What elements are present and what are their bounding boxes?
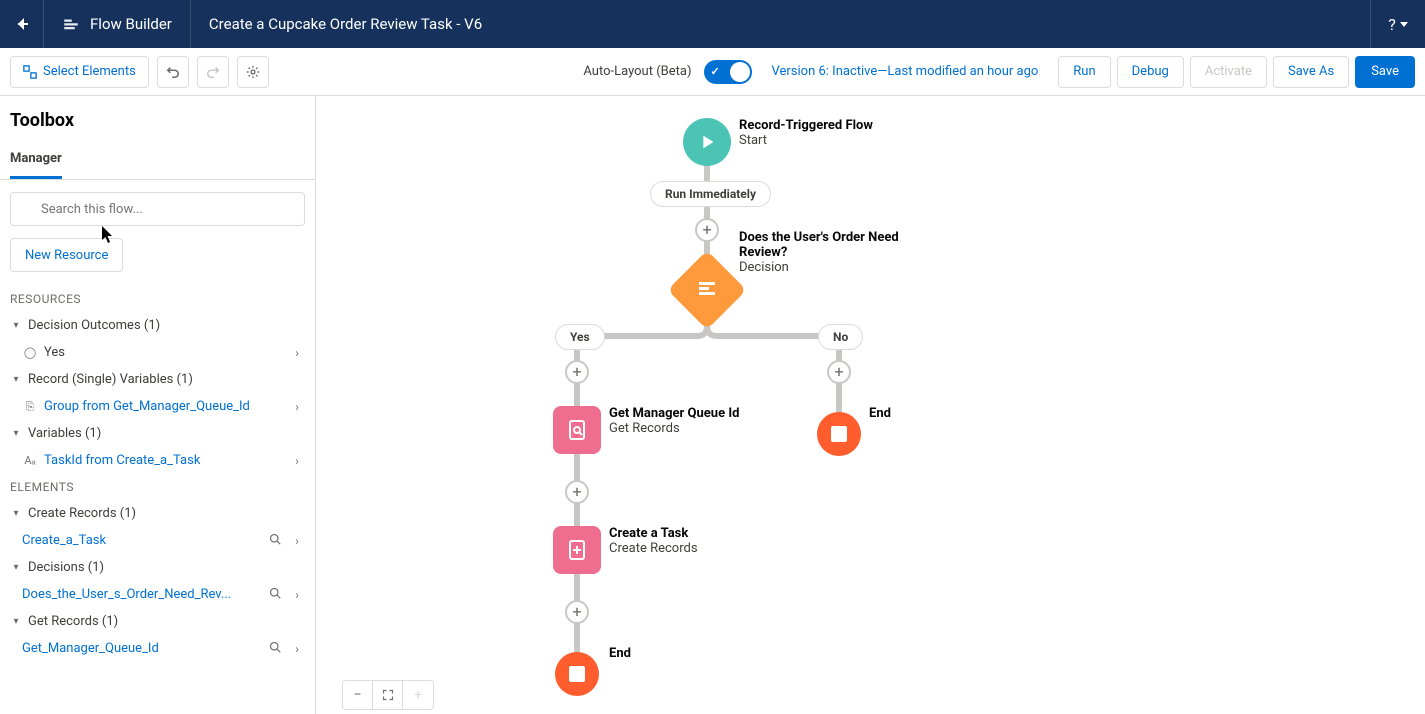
undo-button[interactable] <box>157 56 189 88</box>
decision-icon <box>695 276 719 304</box>
redo-button[interactable] <box>197 56 229 88</box>
item-taskid-from-create[interactable]: Aₐ TaskId from Create_a_Task › <box>0 447 315 474</box>
back-button[interactable] <box>0 0 44 48</box>
item-does-user-order[interactable]: Does_the_User_s_Order_Need_Rev... › <box>0 581 315 608</box>
fit-icon <box>382 689 394 701</box>
add-element-button[interactable]: + <box>695 218 719 242</box>
save-button[interactable]: Save <box>1355 56 1415 88</box>
end-node[interactable] <box>555 652 599 696</box>
chevron-down-icon: ▾ <box>10 320 22 331</box>
caret-down-icon <box>1400 20 1408 28</box>
chevron-right-icon: › <box>289 454 305 468</box>
group-get-records[interactable]: ▾ Get Records (1) <box>0 608 315 635</box>
item-get-manager-queue[interactable]: Get_Manager_Queue_Id › <box>0 635 315 662</box>
auto-layout-toggle[interactable]: ✓ <box>704 60 752 84</box>
tab-manager[interactable]: Manager <box>10 141 62 179</box>
add-element-button[interactable]: + <box>565 600 589 624</box>
zoom-in-button[interactable]: + <box>403 681 433 709</box>
get-records-node[interactable] <box>553 406 601 454</box>
toolbox-sidebar: Toolbox Manager New Resource RESOURCES ▾… <box>0 96 316 714</box>
flow-canvas[interactable]: Record-Triggered Flow Start Run Immediat… <box>316 96 1425 714</box>
elements-section-label: ELEMENTS <box>0 474 315 500</box>
brand-area: Flow Builder <box>44 0 191 48</box>
branch-no-pill[interactable]: No <box>818 324 863 350</box>
search-icon[interactable] <box>267 641 283 656</box>
chevron-right-icon: › <box>289 400 305 414</box>
undo-icon <box>166 65 180 79</box>
run-button[interactable]: Run <box>1058 56 1110 88</box>
select-icon <box>23 65 37 79</box>
decision-node-label: Does the User's Order Need Review? Decis… <box>739 230 909 275</box>
arrow-left-icon <box>14 16 30 32</box>
chevron-down-icon: ▾ <box>10 428 22 439</box>
end-node[interactable] <box>817 412 861 456</box>
search-icon[interactable] <box>267 533 283 548</box>
connector-lines <box>316 96 1425 714</box>
item-group-from-get-manager[interactable]: ⎘ Group from Get_Manager_Queue_Id › <box>0 393 315 420</box>
flow-title: Create a Cupcake Order Review Task - V6 <box>191 15 500 33</box>
add-element-button[interactable]: + <box>565 480 589 504</box>
create-records-node[interactable] <box>553 526 601 574</box>
toolbar: Select Elements Auto-Layout (Beta) ✓ Ver… <box>0 48 1425 96</box>
flow-builder-icon <box>62 15 80 33</box>
group-variables[interactable]: ▾ Variables (1) <box>0 420 315 447</box>
app-header: Flow Builder Create a Cupcake Order Revi… <box>0 0 1425 48</box>
group-record-single-vars[interactable]: ▾ Record (Single) Variables (1) <box>0 366 315 393</box>
outcome-icon: ◯ <box>22 346 38 359</box>
run-immediately-pill[interactable]: Run Immediately <box>650 181 771 207</box>
search-input[interactable] <box>10 192 305 226</box>
redo-icon <box>206 65 220 79</box>
save-as-button[interactable]: Save As <box>1273 56 1349 88</box>
search-icon[interactable] <box>267 587 283 602</box>
chevron-down-icon: ▾ <box>10 508 22 519</box>
item-create-a-task[interactable]: Create_a_Task › <box>0 527 315 554</box>
start-node[interactable] <box>683 118 731 166</box>
zoom-controls: − + <box>342 680 434 710</box>
chevron-down-icon: ▾ <box>10 374 22 385</box>
text-var-icon: Aₐ <box>22 454 38 467</box>
end-label: End <box>609 646 631 661</box>
end-label: End <box>869 406 891 421</box>
play-icon <box>696 131 718 153</box>
auto-layout-label: Auto-Layout (Beta) <box>583 64 691 79</box>
check-icon: ✓ <box>711 65 720 78</box>
chevron-right-icon: › <box>289 642 305 656</box>
app-name: Flow Builder <box>90 15 172 33</box>
help-button[interactable]: ? <box>1370 0 1425 48</box>
chevron-down-icon: ▾ <box>10 562 22 573</box>
item-yes[interactable]: ◯ Yes › <box>0 339 315 366</box>
get-records-label: Get Manager Queue Id Get Records <box>609 406 739 436</box>
chevron-right-icon: › <box>289 588 305 602</box>
resources-section-label: RESOURCES <box>0 286 315 312</box>
version-status[interactable]: Version 6: Inactive—Last modified an hou… <box>772 64 1039 79</box>
group-create-records[interactable]: ▾ Create Records (1) <box>0 500 315 527</box>
gear-icon <box>246 65 260 79</box>
add-element-button[interactable]: + <box>827 360 851 384</box>
debug-button[interactable]: Debug <box>1117 56 1184 88</box>
zoom-out-button[interactable]: − <box>343 681 373 709</box>
zoom-fit-button[interactable] <box>373 681 403 709</box>
start-node-label: Record-Triggered Flow Start <box>739 118 873 148</box>
new-resource-button[interactable]: New Resource <box>10 238 123 272</box>
record-var-icon: ⎘ <box>22 400 38 414</box>
add-element-button[interactable]: + <box>565 360 589 384</box>
toolbox-title: Toolbox <box>0 96 315 141</box>
help-icon: ? <box>1388 15 1396 34</box>
sidebar-tabs: Manager <box>0 141 315 180</box>
select-elements-button[interactable]: Select Elements <box>10 56 149 88</box>
settings-button[interactable] <box>237 56 269 88</box>
chevron-down-icon: ▾ <box>10 616 22 627</box>
chevron-right-icon: › <box>289 534 305 548</box>
chevron-right-icon: › <box>289 346 305 360</box>
branch-yes-pill[interactable]: Yes <box>555 324 605 350</box>
get-records-icon <box>565 418 589 442</box>
create-records-icon <box>565 538 589 562</box>
group-decision-outcomes[interactable]: ▾ Decision Outcomes (1) <box>0 312 315 339</box>
group-decisions[interactable]: ▾ Decisions (1) <box>0 554 315 581</box>
create-records-label: Create a Task Create Records <box>609 526 698 556</box>
activate-button: Activate <box>1190 56 1267 88</box>
